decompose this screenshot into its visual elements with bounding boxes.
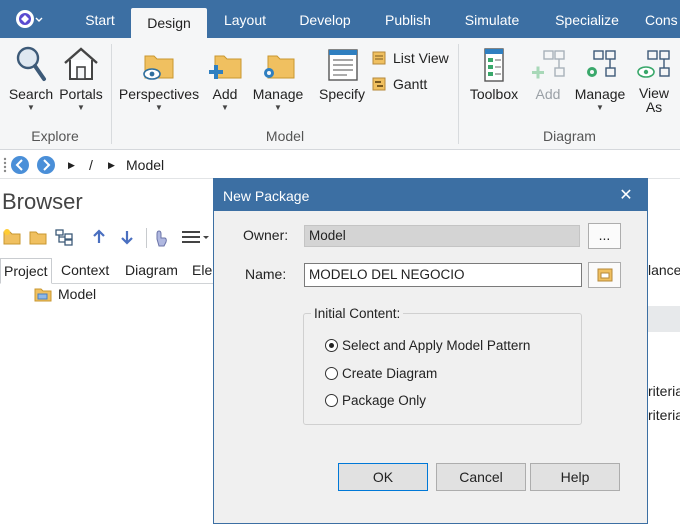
folder-gear-icon [264, 55, 295, 79]
new-package-dialog: New Package ✕ Owner: Model ... Name: MOD… [213, 178, 648, 524]
tab-layout[interactable]: Layout [210, 0, 280, 38]
diagram-add-button: Add [528, 44, 568, 120]
perspectives-button[interactable]: Perspectives ▼ [118, 44, 200, 120]
radio-package-only[interactable]: Package Only [325, 391, 426, 409]
radio-create-diagram[interactable]: Create Diagram [325, 364, 437, 382]
close-icon[interactable]: ✕ [617, 185, 635, 204]
tab-element[interactable]: Ele [189, 258, 215, 284]
name-label: Name: [245, 266, 287, 282]
owner-field: Model [304, 225, 580, 247]
spreadsheet-icon [328, 49, 358, 81]
diagram-add-icon [532, 50, 565, 79]
background-text: riteria [648, 407, 680, 423]
diagram-gear-icon [587, 50, 616, 77]
diagram-manage-button[interactable]: Manage ▼ [572, 44, 628, 120]
house-icon [64, 47, 98, 80]
tab-specialize[interactable]: Specialize [545, 0, 629, 38]
cancel-button[interactable]: Cancel [436, 463, 526, 491]
menu-icon[interactable] [180, 228, 210, 246]
initial-content-label: Initial Content: [311, 306, 404, 321]
radio-unselected-icon [325, 393, 338, 407]
browse-owner-button[interactable]: ... [588, 223, 621, 249]
breadcrumb-root[interactable]: / [89, 157, 93, 173]
model-group-label: Model [265, 128, 305, 144]
folder-eye-icon [143, 55, 174, 80]
search-icon [16, 46, 46, 81]
radio-selected-icon [325, 338, 338, 352]
folder-icon[interactable] [28, 228, 48, 246]
tab-publish[interactable]: Publish [373, 0, 443, 38]
background-header-strip [648, 306, 680, 332]
gantt-button[interactable]: Gantt [372, 74, 427, 94]
grip-icon [3, 157, 7, 173]
list-view-icon [372, 51, 386, 65]
navigation-bar: ▶ / ▶ Model [0, 151, 680, 179]
folder-add-icon [209, 55, 242, 79]
explore-group-label: Explore [31, 128, 79, 144]
hand-pointer-icon[interactable] [152, 228, 170, 248]
hierarchy-icon[interactable] [54, 228, 74, 246]
tab-design[interactable]: Design [131, 8, 207, 38]
tab-construct[interactable]: Cons [645, 0, 680, 38]
tab-start[interactable]: Start [72, 0, 128, 38]
dialog-titlebar[interactable]: New Package ✕ [214, 179, 647, 211]
package-properties-icon [597, 268, 612, 282]
browser-title: Browser [2, 189, 83, 214]
breadcrumb-model[interactable]: Model [126, 157, 164, 173]
forward-arrow-icon[interactable] [36, 155, 56, 175]
tab-context[interactable]: Context [58, 258, 112, 284]
view-as-button[interactable]: View As [634, 44, 674, 120]
radio-unselected-icon [325, 366, 338, 380]
tab-project[interactable]: Project [0, 258, 52, 284]
toolbar-separator [146, 228, 147, 248]
browser-toolbar [0, 224, 215, 252]
browser-tabs: Project Context Diagram Ele [0, 258, 215, 284]
move-down-icon[interactable] [118, 228, 136, 246]
owner-label: Owner: [243, 227, 289, 243]
breadcrumb-chevron-icon[interactable]: ▶ [108, 160, 115, 171]
gantt-icon [372, 77, 386, 91]
tab-develop[interactable]: Develop [288, 0, 362, 38]
name-options-button[interactable] [588, 262, 621, 288]
toolbox-icon [484, 48, 504, 82]
manage-package-button[interactable]: Manage ▼ [250, 44, 306, 120]
tab-simulate[interactable]: Simulate [455, 0, 529, 38]
back-arrow-icon[interactable] [10, 155, 30, 175]
model-package-icon [34, 288, 52, 302]
toolbox-button[interactable]: Toolbox [466, 44, 522, 120]
search-button[interactable]: Search ▼ [6, 44, 56, 120]
tree-item-model[interactable]: Model [34, 286, 96, 302]
name-input[interactable]: MODELO DEL NEGOCIO [304, 263, 582, 287]
help-button[interactable]: Help [530, 463, 620, 491]
dialog-title: New Package [223, 188, 310, 204]
ribbon-tab-bar: Start Design Layout Develop Publish Simu… [0, 0, 680, 38]
tab-diagram[interactable]: Diagram [122, 258, 181, 284]
app-logo-icon[interactable] [10, 6, 44, 32]
radio-apply-model-pattern[interactable]: Select and Apply Model Pattern [325, 336, 530, 354]
background-text: riteria [648, 383, 680, 399]
list-view-button[interactable]: List View [372, 48, 449, 68]
portals-button[interactable]: Portals ▼ [56, 44, 106, 120]
ok-button[interactable]: OK [338, 463, 428, 491]
new-package-icon[interactable] [2, 228, 22, 246]
breadcrumb-chevron-icon[interactable]: ▶ [68, 160, 75, 171]
diagram-group-label: Diagram [543, 128, 596, 144]
specify-button[interactable]: Specify [316, 44, 368, 120]
add-package-button[interactable]: Add ▼ [204, 44, 246, 120]
background-text: lance [648, 262, 680, 278]
diagram-eye-icon [637, 50, 670, 78]
ribbon-panel: Search ▼ Portals ▼ Explore Perspectives … [0, 38, 680, 150]
move-up-icon[interactable] [90, 228, 108, 246]
